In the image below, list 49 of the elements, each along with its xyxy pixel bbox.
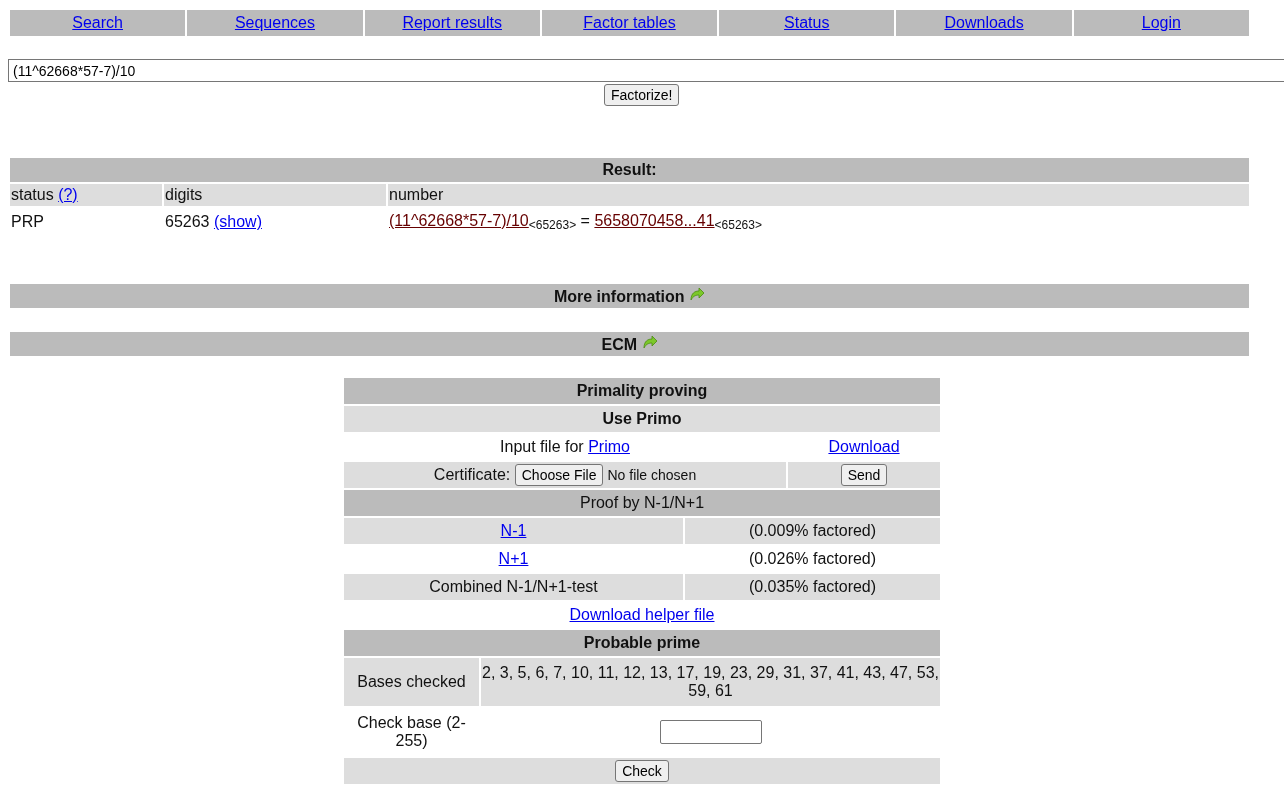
- check-button[interactable]: Check: [615, 760, 669, 782]
- column-header: digits: [164, 184, 386, 206]
- nav-link[interactable]: Search: [72, 14, 123, 31]
- send-button[interactable]: Send: [840, 464, 888, 486]
- curved-arrow-icon[interactable]: [689, 286, 706, 301]
- section-heading: Primality proving: [344, 378, 940, 404]
- bases-label: Bases checked: [344, 658, 479, 706]
- download-link[interactable]: Download: [828, 438, 900, 455]
- primo-link[interactable]: Primo: [588, 438, 630, 455]
- column-header: number: [388, 184, 1249, 206]
- equals-sign: =: [580, 212, 590, 229]
- subsection-heading: Use Primo: [344, 406, 940, 432]
- subsection-heading: Proof by N-1/N+1: [344, 490, 940, 516]
- proof-result: (0.035% factored): [685, 574, 940, 600]
- nav-link[interactable]: Status: [784, 14, 830, 31]
- result-heading: Result:: [10, 158, 1249, 182]
- digit-count: <65263>: [714, 218, 762, 232]
- helper-file-link[interactable]: Download helper file: [569, 606, 715, 623]
- input-file-label: Input file for: [500, 438, 584, 455]
- query-field[interactable]: (11^62668*57-7)/10: [8, 59, 1284, 82]
- nav-link[interactable]: Sequences: [234, 14, 315, 31]
- file-status: No file chosen: [607, 467, 697, 483]
- check-base-label: Check base (2-255): [356, 713, 467, 751]
- status-cell-text: PRP: [10, 212, 45, 232]
- nav-link[interactable]: Login: [1141, 14, 1181, 31]
- proof-link[interactable]: N+1: [498, 550, 529, 567]
- factorize-button[interactable]: Factorize!: [604, 84, 680, 106]
- number-link[interactable]: 5658070458...41: [594, 212, 715, 229]
- certificate-label: Certificate:: [433, 466, 511, 483]
- subsection-heading: Probable prime: [344, 630, 940, 656]
- expression-link[interactable]: (11^62668*57-7)/10: [389, 212, 529, 229]
- section-title: ECM: [601, 335, 638, 353]
- nav-link[interactable]: Report results: [402, 14, 502, 31]
- proof-result: (0.009% factored): [685, 518, 940, 544]
- nav-link[interactable]: Downloads: [944, 14, 1024, 31]
- digit-count: <65263>: [528, 218, 577, 232]
- bases-list: 2, 3, 5, 6, 7, 10, 11, 12, 13, 17, 19, 23, 29, 31, 37, 41, 43, 47, 53, 59, 61: [481, 658, 940, 706]
- column-title: status: [11, 186, 54, 203]
- proof-label: Combined N-1/N+1-test: [429, 578, 598, 595]
- base-field[interactable]: [659, 720, 762, 744]
- curved-arrow-icon[interactable]: [641, 334, 658, 349]
- show-link[interactable]: (show): [213, 213, 262, 230]
- proof-result: (0.026% factored): [747, 549, 878, 569]
- digits-cell: 65263: [165, 213, 210, 230]
- nav-link[interactable]: Factor tables: [583, 14, 676, 31]
- section-title: More information: [553, 287, 685, 305]
- help-link[interactable]: (?): [58, 186, 78, 203]
- choose-file-button[interactable]: Choose File: [514, 464, 604, 486]
- proof-link[interactable]: N-1: [500, 522, 527, 539]
